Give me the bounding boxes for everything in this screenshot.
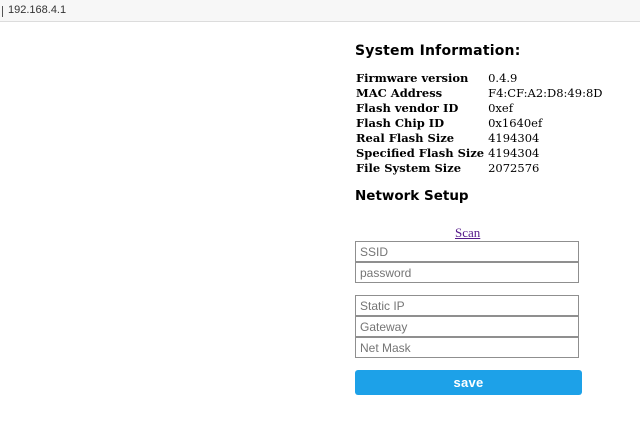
info-label: Firmware version — [356, 71, 469, 85]
info-value: 0xef — [488, 101, 513, 115]
table-row: Specified Flash Size 4194304 — [355, 146, 604, 161]
table-row: File System Size 2072576 — [355, 161, 604, 176]
info-value: F4:CF:A2:D8:49:8D — [488, 86, 603, 100]
info-label: MAC Address — [356, 86, 443, 100]
ssid-input[interactable] — [355, 241, 579, 262]
info-value: 0x1640ef — [488, 116, 543, 130]
table-row: Firmware version 0.4.9 — [355, 71, 604, 86]
scan-link[interactable]: Scan — [455, 225, 480, 241]
info-value: 4194304 — [488, 131, 540, 145]
info-label: Real Flash Size — [356, 131, 455, 145]
table-row: MAC Address F4:CF:A2:D8:49:8D — [355, 86, 604, 101]
info-label: File System Size — [356, 161, 462, 175]
save-button[interactable]: save — [355, 370, 582, 395]
netmask-input[interactable] — [355, 337, 579, 358]
address-bar[interactable]: 192.168.4.1 — [0, 0, 640, 22]
info-label: Flash vendor ID — [356, 101, 459, 115]
address-url[interactable]: 192.168.4.1 — [8, 4, 66, 16]
system-info-table: Firmware version 0.4.9 MAC Address F4:CF… — [355, 71, 604, 176]
info-value: 4194304 — [488, 146, 540, 160]
table-row: Flash vendor ID 0xef — [355, 101, 604, 116]
password-input[interactable] — [355, 262, 579, 283]
network-setup-title: Network Setup — [355, 188, 469, 204]
gateway-input[interactable] — [355, 316, 579, 337]
table-row: Flash Chip ID 0x1640ef — [355, 116, 604, 131]
info-value: 2072576 — [488, 161, 540, 175]
info-label: Flash Chip ID — [356, 116, 445, 130]
info-label: Specified Flash Size — [356, 146, 485, 160]
static-ip-input[interactable] — [355, 295, 579, 316]
system-info-title: System Information: — [355, 43, 521, 59]
text-cursor — [2, 6, 3, 17]
table-row: Real Flash Size 4194304 — [355, 131, 604, 146]
info-value: 0.4.9 — [488, 71, 518, 85]
